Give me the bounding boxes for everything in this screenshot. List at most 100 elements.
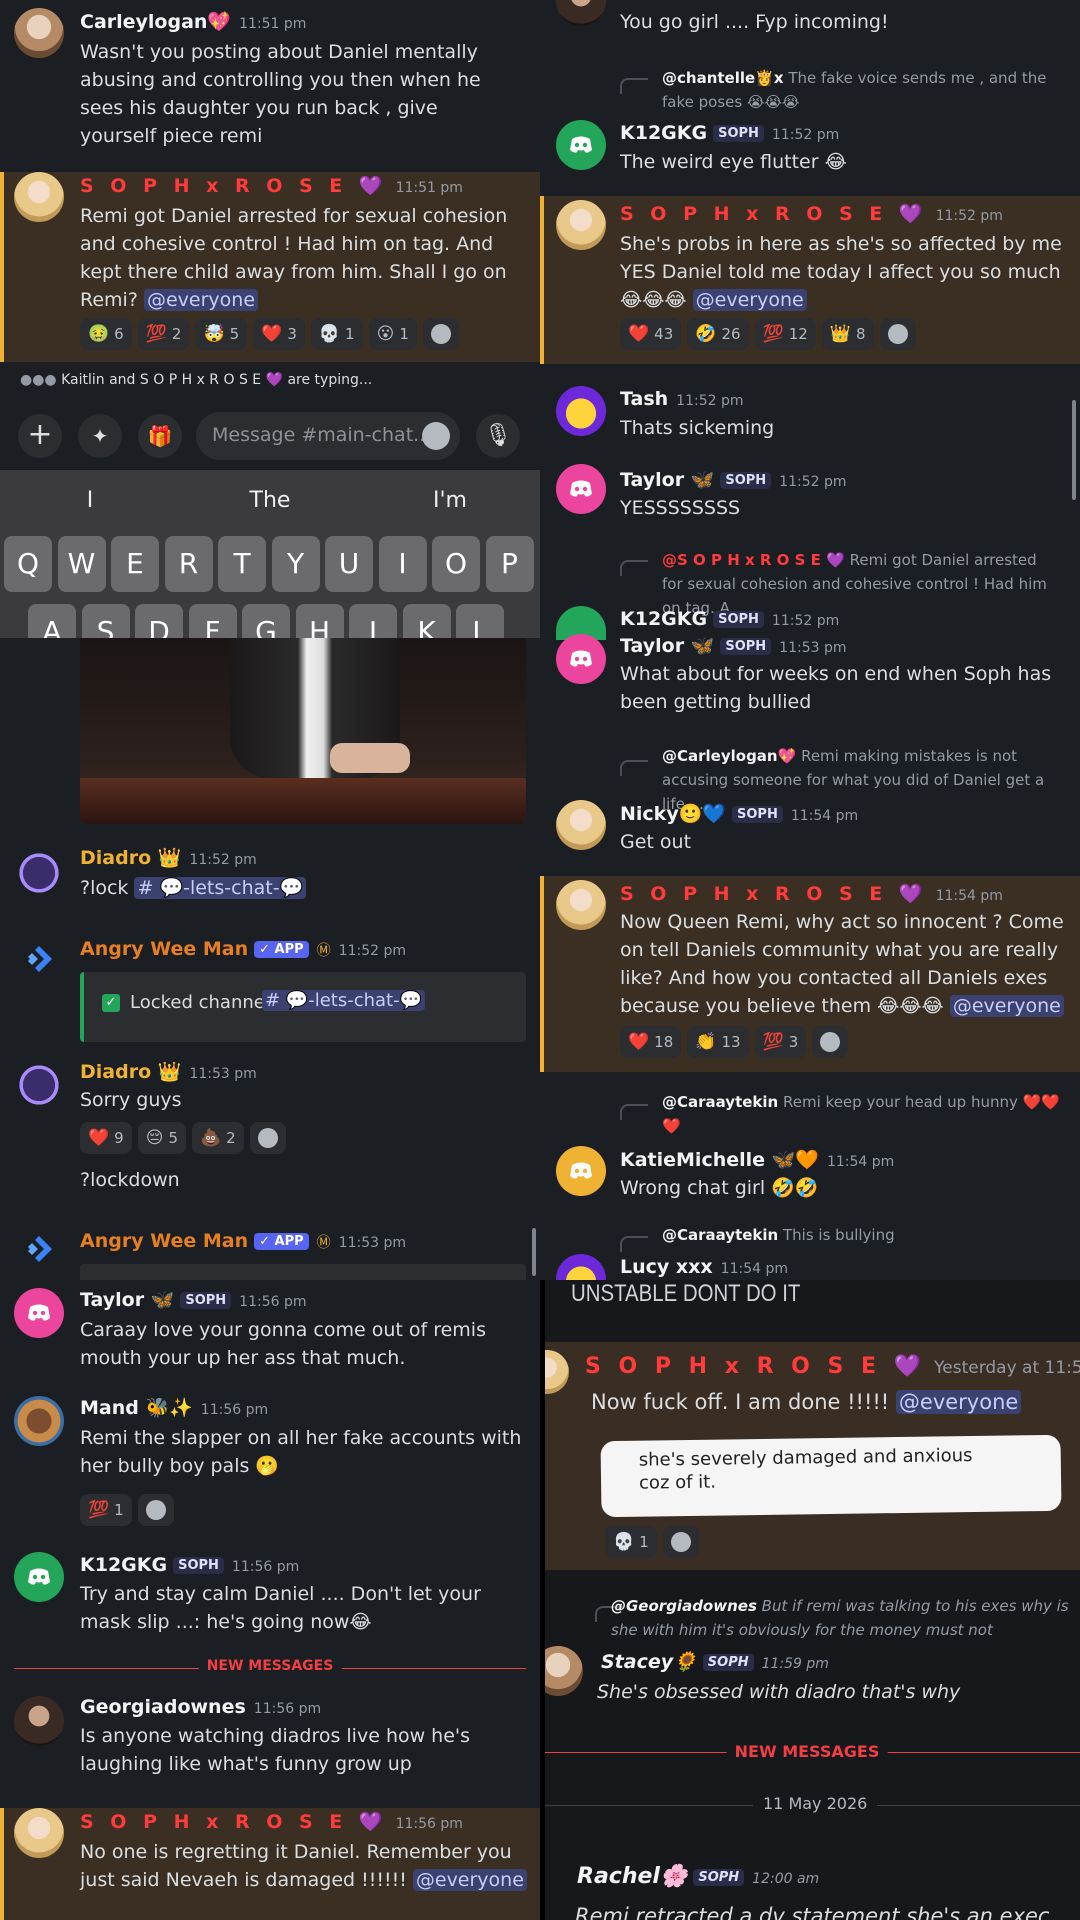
username[interactable]: Lucy xxx 11:54 pm bbox=[620, 1256, 788, 1278]
mention[interactable]: @everyone bbox=[143, 289, 259, 311]
username[interactable]: Stacey🌻 SOPH 11:59 pm bbox=[601, 1650, 829, 1673]
username[interactable]: Tash 11:52 pm bbox=[620, 388, 744, 410]
reply-preview[interactable]: @Caraaytekin Remi keep your head up hunn… bbox=[622, 1090, 1062, 1138]
username[interactable]: S O P H x R O S E 💜 11:54 pm bbox=[620, 882, 1003, 905]
reaction-button[interactable]: ❤️ 18 bbox=[620, 1026, 682, 1058]
avatar[interactable] bbox=[556, 880, 606, 930]
key-t[interactable]: T bbox=[218, 536, 266, 592]
mention[interactable]: @everyone bbox=[895, 1390, 1022, 1414]
mention[interactable]: @everyone bbox=[949, 995, 1064, 1017]
key-p[interactable]: P bbox=[485, 536, 534, 592]
reaction-button[interactable]: 😔 5 bbox=[137, 1122, 186, 1154]
username[interactable]: Diadro 👑 11:52 pm bbox=[80, 846, 257, 869]
username[interactable]: Georgiadownes 11:56 pm bbox=[80, 1696, 321, 1718]
username[interactable]: S O P H x R O S E 💜 11:51 pm bbox=[80, 174, 463, 197]
bot-avatar[interactable] bbox=[14, 1224, 64, 1274]
mention[interactable]: @everyone bbox=[692, 289, 807, 311]
avatar[interactable] bbox=[556, 1254, 606, 1280]
avatar[interactable] bbox=[14, 1552, 64, 1602]
avatar[interactable] bbox=[556, 634, 606, 684]
channel-link[interactable]: # 💬-lets-chat-💬 bbox=[134, 877, 307, 899]
key-l[interactable]: L bbox=[456, 604, 504, 638]
reaction-button[interactable]: 🤢 6 bbox=[80, 318, 132, 350]
avatar[interactable] bbox=[14, 1396, 64, 1446]
channel-link[interactable]: # 💬-lets-chat-💬 bbox=[262, 990, 426, 1011]
username[interactable]: Taylor 🦋 SOPH 11:53 pm bbox=[620, 634, 847, 657]
apps-icon[interactable]: ✦ bbox=[78, 414, 122, 458]
add-reaction-icon[interactable] bbox=[812, 1026, 849, 1058]
key-o[interactable]: O bbox=[432, 536, 480, 592]
reaction-button[interactable]: 💯 3 bbox=[754, 1026, 807, 1058]
suggestion[interactable]: The bbox=[180, 488, 360, 513]
reaction-button[interactable]: 👏 13 bbox=[687, 1026, 749, 1058]
key-u[interactable]: U bbox=[325, 536, 373, 592]
username[interactable]: Angry Wee Man ✓ APP Ⓜ 11:53 pm bbox=[80, 1230, 406, 1252]
add-reaction-icon[interactable] bbox=[249, 1122, 286, 1154]
username[interactable]: Diadro 👑 11:53 pm bbox=[80, 1060, 257, 1083]
key-s[interactable]: S bbox=[81, 604, 130, 638]
reaction-button[interactable]: 🤯 5 bbox=[195, 318, 248, 350]
scrollbar[interactable] bbox=[532, 1228, 536, 1276]
add-reaction-icon[interactable] bbox=[422, 318, 459, 350]
avatar[interactable] bbox=[14, 172, 64, 222]
username[interactable]: S O P H x R O S E 💜 11:52 pm bbox=[620, 202, 1003, 225]
add-reaction-icon[interactable] bbox=[137, 1494, 174, 1526]
add-icon[interactable]: + bbox=[18, 414, 62, 458]
avatar[interactable] bbox=[14, 1696, 64, 1746]
username[interactable]: Mand 🐝✨ 11:56 pm bbox=[80, 1396, 268, 1419]
username[interactable]: K12GKG SOPH 11:56 pm bbox=[80, 1554, 299, 1576]
avatar[interactable] bbox=[14, 1288, 64, 1338]
image-attachment[interactable] bbox=[80, 638, 526, 824]
scrollbar[interactable] bbox=[1072, 400, 1076, 500]
microphone-icon[interactable]: 🎙 bbox=[476, 414, 520, 458]
key-d[interactable]: D bbox=[135, 604, 183, 638]
username[interactable]: Taylor 🦋 SOPH 11:56 pm bbox=[80, 1288, 307, 1311]
username[interactable]: Taylor 🦋 SOPH 11:52 pm bbox=[620, 468, 847, 491]
username[interactable]: K12GKG SOPH 11:52 pm bbox=[620, 122, 839, 144]
bot-avatar[interactable] bbox=[14, 934, 64, 984]
reaction-button[interactable]: 💀 1 bbox=[310, 318, 363, 350]
add-reaction-icon[interactable] bbox=[879, 318, 916, 350]
username[interactable]: KatieMichelle 🦋🧡 11:54 pm bbox=[620, 1148, 894, 1171]
reaction-button[interactable]: 💯 1 bbox=[80, 1494, 132, 1526]
reaction-button[interactable]: 💯 12 bbox=[754, 318, 816, 350]
key-r[interactable]: R bbox=[164, 536, 213, 592]
reaction-button[interactable]: ❤️ 9 bbox=[80, 1122, 132, 1154]
avatar[interactable] bbox=[14, 1808, 64, 1858]
avatar[interactable] bbox=[556, 1146, 606, 1196]
reaction-button[interactable]: 😮 1 bbox=[368, 318, 417, 350]
username[interactable]: Carleylogan💖 11:51 pm bbox=[80, 10, 306, 33]
username[interactable]: Angry Wee Man ✓ APP Ⓜ 11:52 pm bbox=[80, 938, 406, 960]
key-i[interactable]: I bbox=[378, 536, 427, 592]
avatar[interactable] bbox=[14, 848, 64, 898]
key-y[interactable]: Y bbox=[271, 536, 320, 592]
username[interactable]: S O P H x R O S E 💜Yesterday at 11:59 pm bbox=[585, 1354, 1080, 1379]
username[interactable]: K12GKG SOPH 11:52 pm bbox=[620, 608, 839, 630]
reply-preview[interactable]: @Georgiadownes But if remi was talking t… bbox=[597, 1594, 1077, 1642]
key-q[interactable]: Q bbox=[4, 536, 52, 592]
avatar[interactable] bbox=[545, 1350, 569, 1394]
reply-preview[interactable]: @chantelle👸x The fake voice sends me , a… bbox=[622, 66, 1062, 114]
avatar[interactable] bbox=[14, 1060, 64, 1110]
key-k[interactable]: K bbox=[402, 604, 451, 638]
avatar[interactable] bbox=[556, 200, 606, 250]
key-h[interactable]: H bbox=[295, 604, 344, 638]
avatar[interactable] bbox=[556, 0, 606, 26]
gift-icon[interactable]: 🎁 bbox=[138, 414, 182, 458]
avatar[interactable] bbox=[14, 8, 64, 58]
reaction-button[interactable]: 💀 1 bbox=[605, 1526, 657, 1558]
suggestion[interactable]: I bbox=[0, 488, 180, 513]
key-f[interactable]: F bbox=[188, 604, 237, 638]
reply-preview[interactable]: @Caraaytekin This is bullying bbox=[622, 1226, 1062, 1244]
avatar[interactable] bbox=[545, 1646, 583, 1696]
reaction-button[interactable]: 💯 2 bbox=[137, 318, 190, 350]
username[interactable]: Nicky🙂💙 SOPH 11:54 pm bbox=[620, 802, 858, 825]
suggestion[interactable]: I'm bbox=[360, 488, 540, 513]
key-a[interactable]: A bbox=[28, 604, 76, 638]
avatar[interactable] bbox=[556, 800, 606, 850]
mention[interactable]: @everyone bbox=[412, 1869, 527, 1891]
key-g[interactable]: G bbox=[242, 604, 290, 638]
reaction-button[interactable]: ❤️ 43 bbox=[620, 318, 682, 350]
reaction-button[interactable]: 💩 2 bbox=[192, 1122, 244, 1154]
username[interactable]: S O P H x R O S E 💜 11:56 pm bbox=[80, 1810, 463, 1833]
